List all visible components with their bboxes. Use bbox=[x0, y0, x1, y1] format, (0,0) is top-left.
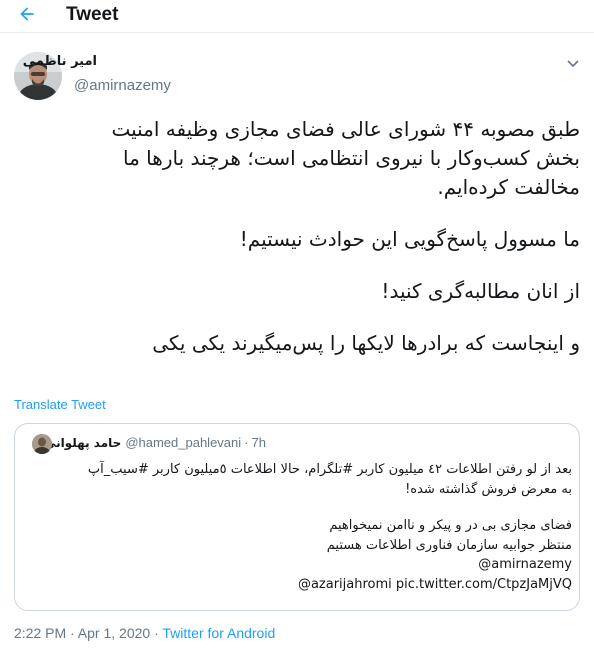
quoted-author-avatar[interactable] bbox=[32, 434, 52, 454]
page-title: Tweet bbox=[66, 4, 119, 25]
dot-separator: · bbox=[244, 435, 249, 450]
quoted-text-line: به معرض فروش گذاشته شده! bbox=[405, 481, 572, 497]
quoted-tweet-time[interactable]: 7h bbox=[252, 435, 266, 450]
chevron-down-icon bbox=[565, 56, 581, 75]
more-options-button[interactable] bbox=[565, 56, 581, 70]
quoted-text-line: فضای مجازی بی در و پیکر و ناامن نمیخواهی… bbox=[329, 518, 572, 534]
quoted-tweet-text: بعد از لو رفتن اطلاعات ٤٢ میلیون کاربر #… bbox=[24, 460, 572, 595]
mention-and-media-link[interactable]: @azarijahromi pic.twitter.com/CtpzJaMjVQ bbox=[24, 575, 572, 595]
tweet-text-line: مخالفت کرده‌ایم. bbox=[437, 175, 580, 199]
quoted-author-username[interactable]: @hamed_pahlevani bbox=[125, 435, 241, 450]
top-bar: Tweet bbox=[0, 0, 594, 33]
back-button[interactable] bbox=[12, 2, 42, 30]
tweet-text: طبق مصوبه ۴۴ شورای عالی فضای مجازی وظیفه… bbox=[14, 115, 580, 358]
tweet-text-line: طبق مصوبه ۴۴ شورای عالی فضای مجازی وظیفه… bbox=[111, 117, 580, 141]
arrow-left-icon bbox=[17, 4, 37, 28]
author-username[interactable]: @amirnazemy bbox=[74, 77, 171, 94]
dot-separator: · bbox=[150, 625, 163, 641]
author-display-name[interactable]: امیر ناظمی bbox=[23, 54, 97, 69]
tweet-timestamp[interactable]: 2:22 PM · Apr 1, 2020 bbox=[14, 625, 150, 641]
translate-tweet-link[interactable]: Translate Tweet bbox=[14, 397, 106, 412]
tweet-text-line: و اینجاست که برادرها لایکها را پس‌میگیرن… bbox=[152, 331, 580, 355]
tweet-text-line: بخش کسب‌وکار با نیروی انتظامی است؛ هرچند… bbox=[123, 146, 580, 170]
quoted-author-display-name[interactable]: حامد پهلوانی bbox=[44, 436, 121, 450]
quoted-tweet-header: حامد پهلوانی @hamed_pahlevani · 7h bbox=[24, 435, 266, 450]
quoted-text-line: بعد از لو رفتن اطلاعات ٤٢ میلیون کاربر #… bbox=[87, 462, 572, 477]
tweet-text-line: از انان مطالبه‌گری کنید! bbox=[381, 279, 580, 303]
tweet-text-line: ما مسوول پاسخ‌گویی این حوادث نیستیم! bbox=[239, 227, 580, 251]
mention-link[interactable]: @amirnazemy bbox=[24, 555, 572, 575]
tweet-source-link[interactable]: Twitter for Android bbox=[162, 625, 275, 641]
quoted-text-line: منتظر جوابیه سازمان فناوری اطلاعات هستیم bbox=[326, 537, 572, 553]
tweet-metadata: 2:22 PM · Apr 1, 2020 · Twitter for Andr… bbox=[14, 625, 275, 641]
